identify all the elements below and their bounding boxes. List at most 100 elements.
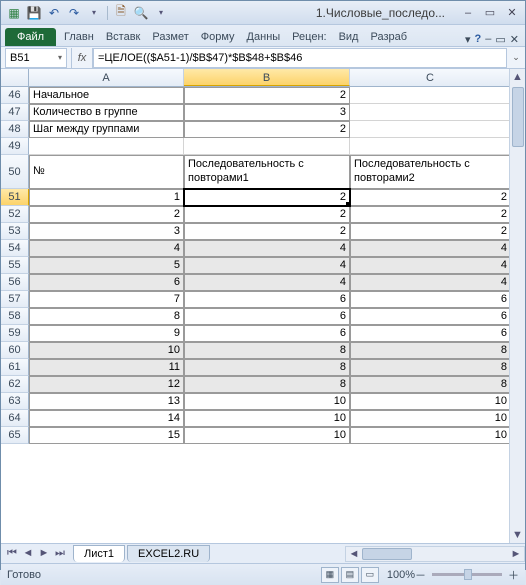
save-icon[interactable]: 💾 bbox=[25, 4, 43, 22]
ribbon-tab-formulas[interactable]: Форму bbox=[195, 28, 241, 46]
scroll-right-icon[interactable]: ► bbox=[508, 548, 524, 560]
cell-c62[interactable]: 8 bbox=[350, 376, 511, 393]
workbook-max-icon[interactable]: ▭ bbox=[495, 33, 505, 46]
cell-c61[interactable]: 8 bbox=[350, 359, 511, 376]
row-header[interactable]: 47 bbox=[1, 104, 29, 121]
cell-c46[interactable] bbox=[350, 87, 511, 104]
row-header[interactable]: 60 bbox=[1, 342, 29, 359]
cell-c51[interactable]: 2 bbox=[350, 189, 511, 206]
horizontal-scrollbar[interactable]: ◄ ► bbox=[345, 546, 525, 562]
row-header[interactable]: 49 bbox=[1, 138, 29, 155]
column-header-c[interactable]: C bbox=[350, 69, 511, 86]
row-header[interactable]: 51 bbox=[1, 189, 29, 206]
cell-b46[interactable]: 2 bbox=[184, 87, 350, 104]
cell-b60[interactable]: 8 bbox=[184, 342, 350, 359]
row-header[interactable]: 54 bbox=[1, 240, 29, 257]
cell-c52[interactable]: 2 bbox=[350, 206, 511, 223]
column-header-b[interactable]: B bbox=[184, 69, 350, 86]
cell-c58[interactable]: 6 bbox=[350, 308, 511, 325]
cell-b50[interactable]: Последовательность с повторами1 bbox=[184, 155, 350, 189]
preview-icon[interactable]: 🔍 bbox=[132, 4, 150, 22]
close-button[interactable]: ✕ bbox=[503, 6, 521, 20]
zoom-value[interactable]: 100% bbox=[387, 569, 415, 581]
ribbon-tab-view[interactable]: Вид bbox=[333, 28, 365, 46]
cell-b63[interactable]: 10 bbox=[184, 393, 350, 410]
sheet-last-icon[interactable]: ⏭ bbox=[53, 547, 67, 560]
cell-c57[interactable]: 6 bbox=[350, 291, 511, 308]
cell-b64[interactable]: 10 bbox=[184, 410, 350, 427]
minimize-button[interactable]: – bbox=[459, 6, 477, 20]
zoom-thumb[interactable] bbox=[464, 569, 472, 580]
cell-c50[interactable]: Последовательность с повторами2 bbox=[350, 155, 511, 189]
cell-b58[interactable]: 6 bbox=[184, 308, 350, 325]
cell-b47[interactable]: 3 bbox=[184, 104, 350, 121]
print-icon[interactable]: 🗎 bbox=[112, 4, 130, 22]
cell-b59[interactable]: 6 bbox=[184, 325, 350, 342]
view-normal-icon[interactable]: ▦ bbox=[321, 567, 339, 583]
row-header[interactable]: 61 bbox=[1, 359, 29, 376]
cell-a46[interactable]: Начальное bbox=[29, 87, 184, 104]
cell-a61[interactable]: 11 bbox=[29, 359, 184, 376]
cell-c54[interactable]: 4 bbox=[350, 240, 511, 257]
cell-a62[interactable]: 12 bbox=[29, 376, 184, 393]
select-all-corner[interactable] bbox=[1, 69, 29, 86]
zoom-track[interactable] bbox=[432, 573, 502, 576]
formula-bar-expand-icon[interactable]: ⌄ bbox=[511, 52, 525, 63]
row-header[interactable]: 56 bbox=[1, 274, 29, 291]
help-icon[interactable]: ? bbox=[475, 33, 482, 46]
cell-c63[interactable]: 10 bbox=[350, 393, 511, 410]
workbook-min-icon[interactable]: – bbox=[485, 33, 491, 46]
cell-c53[interactable]: 2 bbox=[350, 223, 511, 240]
sheet-prev-icon[interactable]: ◄ bbox=[21, 547, 35, 560]
cell-b55[interactable]: 4 bbox=[184, 257, 350, 274]
row-header[interactable]: 62 bbox=[1, 376, 29, 393]
cell-a53[interactable]: 3 bbox=[29, 223, 184, 240]
cell-c55[interactable]: 4 bbox=[350, 257, 511, 274]
fx-button[interactable]: fx bbox=[71, 48, 93, 68]
hscroll-thumb[interactable] bbox=[362, 548, 412, 560]
cell-b61[interactable]: 8 bbox=[184, 359, 350, 376]
row-header[interactable]: 58 bbox=[1, 308, 29, 325]
cell-c64[interactable]: 10 bbox=[350, 410, 511, 427]
cell-a60[interactable]: 10 bbox=[29, 342, 184, 359]
view-pagebreak-icon[interactable]: ▭ bbox=[361, 567, 379, 583]
sheet-first-icon[interactable]: ⏮ bbox=[5, 547, 19, 560]
cell-c60[interactable]: 8 bbox=[350, 342, 511, 359]
row-header[interactable]: 46 bbox=[1, 87, 29, 104]
row-header[interactable]: 55 bbox=[1, 257, 29, 274]
cell-a48[interactable]: Шаг между группами bbox=[29, 121, 184, 138]
cell-b65[interactable]: 10 bbox=[184, 427, 350, 444]
cell-b48[interactable]: 2 bbox=[184, 121, 350, 138]
maximize-button[interactable]: ▭ bbox=[481, 6, 499, 20]
cell-a59[interactable]: 9 bbox=[29, 325, 184, 342]
view-pagelayout-icon[interactable]: ▤ bbox=[341, 567, 359, 583]
row-header[interactable]: 50 bbox=[1, 155, 29, 189]
cell-b57[interactable]: 6 bbox=[184, 291, 350, 308]
row-header[interactable]: 57 bbox=[1, 291, 29, 308]
sheet-tab-active[interactable]: Лист1 bbox=[73, 545, 125, 562]
cell-a54[interactable]: 4 bbox=[29, 240, 184, 257]
ribbon-tab-home[interactable]: Главн bbox=[58, 28, 100, 46]
row-header[interactable]: 64 bbox=[1, 410, 29, 427]
cell-c56[interactable]: 4 bbox=[350, 274, 511, 291]
cell-b52[interactable]: 2 bbox=[184, 206, 350, 223]
cell-a57[interactable]: 7 bbox=[29, 291, 184, 308]
cell-a49[interactable] bbox=[29, 138, 184, 155]
cell-b51[interactable]: 2 bbox=[184, 189, 350, 206]
scroll-down-icon[interactable]: ▼ bbox=[510, 527, 525, 543]
row-header[interactable]: 63 bbox=[1, 393, 29, 410]
zoom-in-icon[interactable]: ＋ bbox=[508, 567, 519, 583]
ribbon-tab-dev[interactable]: Разраб bbox=[364, 28, 413, 46]
ribbon-tab-layout[interactable]: Размет bbox=[146, 28, 194, 46]
row-header[interactable]: 53 bbox=[1, 223, 29, 240]
cell-a50[interactable]: № bbox=[29, 155, 184, 189]
name-box[interactable]: B51 ▾ bbox=[5, 48, 67, 68]
cell-b49[interactable] bbox=[184, 138, 350, 155]
cell-c65[interactable]: 10 bbox=[350, 427, 511, 444]
row-header[interactable]: 48 bbox=[1, 121, 29, 138]
cell-c48[interactable] bbox=[350, 121, 511, 138]
cell-b62[interactable]: 8 bbox=[184, 376, 350, 393]
cell-a63[interactable]: 13 bbox=[29, 393, 184, 410]
cell-a52[interactable]: 2 bbox=[29, 206, 184, 223]
ribbon-toggle-icon[interactable]: ▾ bbox=[465, 33, 471, 46]
